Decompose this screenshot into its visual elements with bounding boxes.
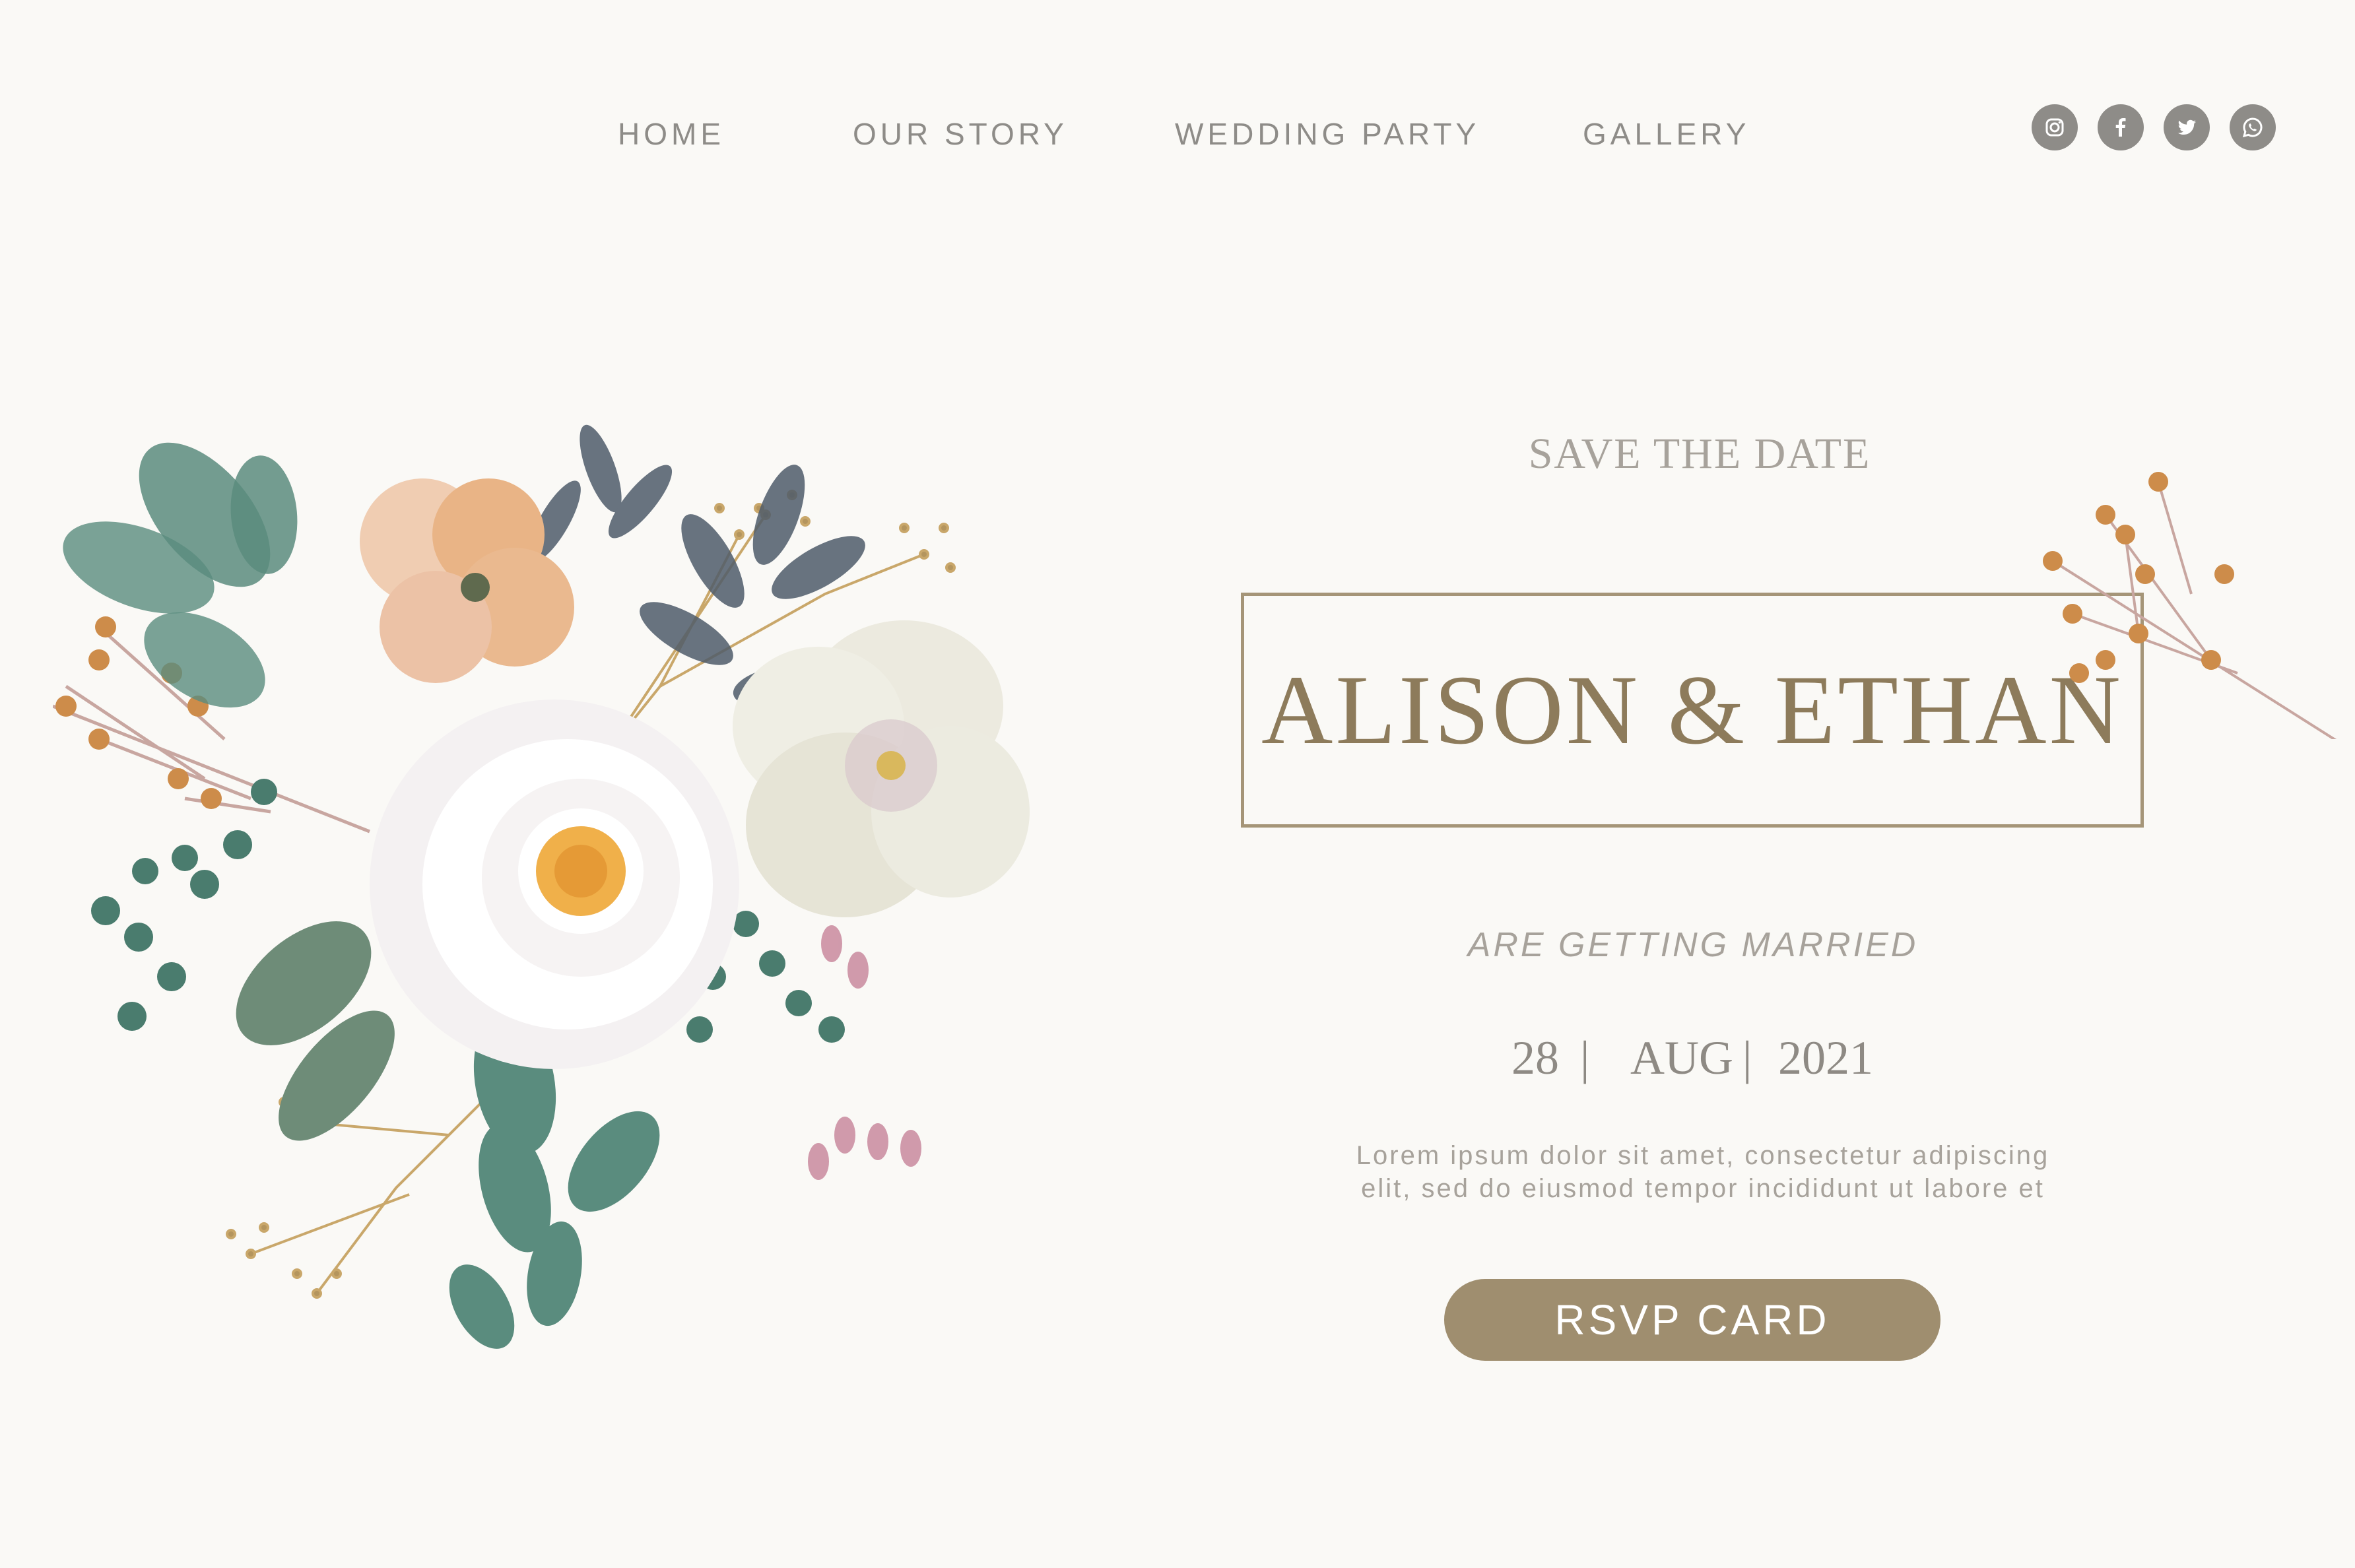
twitter-icon[interactable]: [2164, 104, 2210, 150]
peach-flower: [360, 478, 574, 683]
invitation-body-text: Lorem ipsum dolor sit amet, consectetur …: [1280, 1139, 2125, 1205]
date-day: 28: [1511, 1031, 1559, 1084]
date-separator: |: [1580, 1031, 1590, 1084]
social-links: [2032, 104, 2276, 150]
wedding-date: 28 | AUG | 2021: [1452, 1031, 1954, 1090]
cream-flower: [733, 620, 1030, 917]
nav-our-story-link[interactable]: OUR STORY: [853, 116, 1068, 152]
couple-names: ALISON & ETHAN: [1261, 655, 2123, 765]
nav-wedding-party-link[interactable]: WEDDING PARTY: [1175, 116, 1480, 152]
pink-bud-sprig: [808, 925, 921, 1180]
getting-married-subtitle: ARE GETTING MARRIED: [1467, 926, 1919, 964]
date-year: 2021: [1778, 1031, 1873, 1084]
nav-gallery-link[interactable]: GALLERY: [1583, 116, 1750, 152]
body-text-line: Lorem ipsum dolor sit amet, consectetur …: [1356, 1141, 2050, 1170]
white-rose: [370, 700, 739, 1069]
floral-bouquet-illustration: [53, 424, 1030, 1349]
main-nav: HOME OUR STORY WEDDING PARTY GALLERY: [0, 116, 2355, 162]
whatsapp-icon[interactable]: [2230, 104, 2276, 150]
facebook-icon[interactable]: [2098, 104, 2144, 150]
body-text-line: elit, sed do eiusmod tempor incididunt u…: [1361, 1174, 2045, 1203]
instagram-icon[interactable]: [2032, 104, 2078, 150]
date-month: AUG: [1630, 1031, 1733, 1084]
couple-names-frame: ALISON & ETHAN: [1241, 593, 2144, 828]
date-separator: |: [1742, 1031, 1752, 1084]
nav-home-link[interactable]: HOME: [618, 116, 725, 152]
rsvp-card-button[interactable]: RSVP CARD: [1444, 1279, 1940, 1361]
save-the-date-kicker: SAVE THE DATE: [1528, 430, 1871, 478]
berry-sprig-decoration: [2043, 472, 2337, 739]
